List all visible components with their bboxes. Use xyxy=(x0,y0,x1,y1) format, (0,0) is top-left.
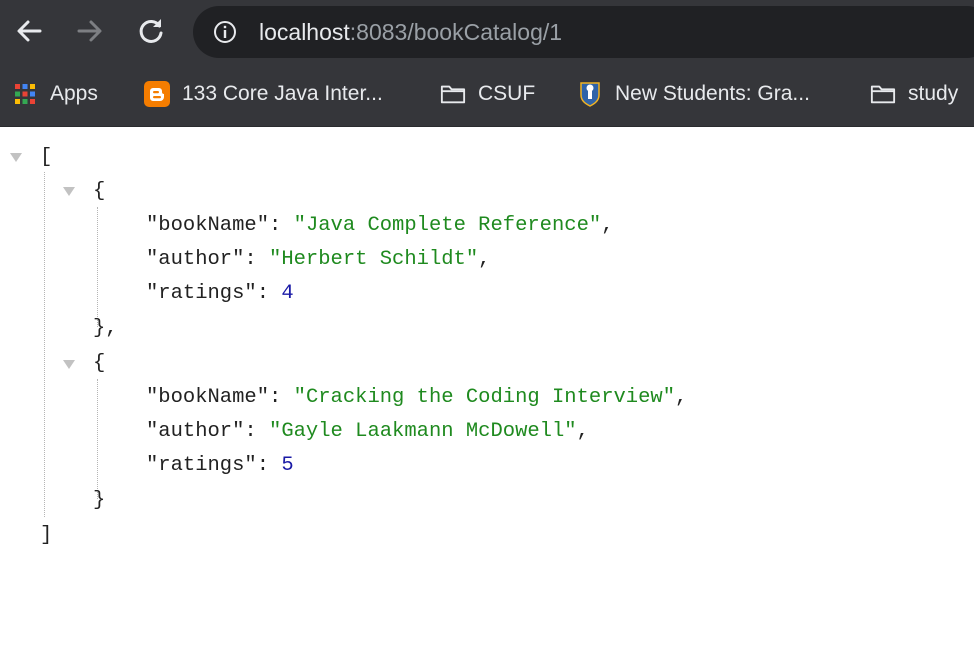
arrow-left-icon xyxy=(17,20,42,42)
json-string-value: "Gayle Laakmann McDowell" xyxy=(269,420,577,443)
collapse-object-toggle-icon[interactable] xyxy=(63,187,75,196)
bookmark-label: Apps xyxy=(50,82,98,105)
folder-icon xyxy=(870,81,896,107)
json-array-close: ] xyxy=(40,524,53,547)
json-key: "ratings" xyxy=(146,282,257,305)
back-button[interactable] xyxy=(12,14,46,48)
bookmark-csuf[interactable]: CSUF xyxy=(440,80,535,108)
indent-guide xyxy=(44,172,45,517)
folder-icon xyxy=(440,81,466,107)
json-property-ratings: "ratings": 5 xyxy=(146,454,294,477)
json-object-open: { xyxy=(93,352,106,375)
url-text[interactable]: localhost:8083/bookCatalog/1 xyxy=(259,18,562,46)
bookmark-apps[interactable]: Apps xyxy=(12,80,98,108)
json-object-close: } xyxy=(93,489,106,512)
json-property-author: "author": "Gayle Laakmann McDowell", xyxy=(146,420,589,443)
json-number-value: 4 xyxy=(281,282,294,305)
url-host: localhost xyxy=(259,19,350,45)
collapse-array-toggle-icon[interactable] xyxy=(10,153,22,162)
json-array-open: [ xyxy=(40,146,53,169)
bookmark-label: New Students: Gra... xyxy=(615,82,810,105)
reload-button[interactable] xyxy=(134,14,168,48)
indent-guide xyxy=(97,207,98,327)
json-object-close: }, xyxy=(93,317,118,340)
address-bar[interactable]: localhost:8083/bookCatalog/1 xyxy=(193,6,974,58)
apps-grid-icon xyxy=(12,81,38,107)
json-key: "author" xyxy=(146,420,245,443)
info-circle-icon[interactable] xyxy=(213,20,237,44)
json-property-bookname: "bookName": "Cracking the Coding Intervi… xyxy=(146,386,688,409)
indent-guide xyxy=(97,379,98,499)
bookmark-core-java[interactable]: 133 Core Java Inter... xyxy=(144,80,383,108)
bookmark-label: CSUF xyxy=(478,82,536,105)
json-number-value: 5 xyxy=(281,454,294,477)
reload-icon xyxy=(139,19,163,43)
bookmark-label: 133 Core Java Inter... xyxy=(182,82,383,105)
json-property-author: "author": "Herbert Schildt", xyxy=(146,248,491,271)
json-key: "bookName" xyxy=(146,386,270,409)
json-key: "bookName" xyxy=(146,214,270,237)
browser-toolbar: localhost:8083/bookCatalog/1 xyxy=(0,0,974,62)
url-path: :8083/bookCatalog/1 xyxy=(349,19,563,45)
bookmarks-bar: Apps 133 Core Java Inter... CSUF New Stu… xyxy=(0,62,974,127)
json-property-ratings: "ratings": 4 xyxy=(146,282,294,305)
json-key: "author" xyxy=(146,248,245,271)
university-seal-icon xyxy=(577,81,603,107)
json-string-value: "Herbert Schildt" xyxy=(269,248,479,271)
collapse-object-toggle-icon[interactable] xyxy=(63,360,75,369)
bookmark-label: study xyxy=(908,82,959,105)
json-property-bookname: "bookName": "Java Complete Reference", xyxy=(146,214,614,237)
forward-button[interactable] xyxy=(73,14,107,48)
json-string-value: "Cracking the Coding Interview" xyxy=(293,386,676,409)
bookmark-study[interactable]: study xyxy=(870,80,958,108)
json-viewer: [ { "bookName": "Java Complete Reference… xyxy=(0,127,974,652)
blogger-icon xyxy=(144,81,170,107)
json-object-open: { xyxy=(93,180,106,203)
json-key: "ratings" xyxy=(146,454,257,477)
arrow-right-icon xyxy=(77,20,102,42)
bookmark-new-students[interactable]: New Students: Gra... xyxy=(577,80,810,108)
json-string-value: "Java Complete Reference" xyxy=(293,214,602,237)
